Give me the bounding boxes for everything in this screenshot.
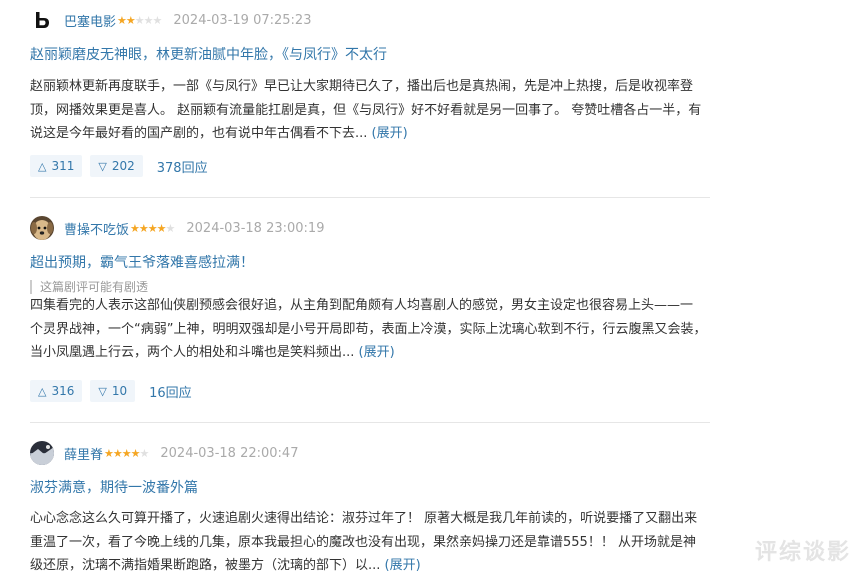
star-icon: ★ [130, 221, 140, 235]
review-body-line: 四集看完的人表示这部仙侠剧预感会很好追，从主角到配角颇有人均喜剧人的感觉，男女主… [30, 298, 694, 313]
divider [30, 197, 710, 198]
review-body: 心心念念这么久可算开播了，火速追剧火速得出结论：淑芬过年了！ 原著大概是我几年前… [30, 507, 710, 578]
upvote-count: 311 [51, 159, 75, 173]
upvote-count: 316 [51, 384, 75, 398]
rating-stars: ★★★★★ [130, 221, 176, 235]
upvote-button[interactable]: △ 316 [30, 380, 83, 402]
review-body-line: 顶，网播效果更是喜人。 赵丽颖有流量能扛剧是真，但《与凤行》好不好看就是另一回事… [30, 102, 702, 118]
review-body-line: 赵丽颖林更新再度联手，一部《与凤行》早已让大家期待已久了，播出后也是真热闹，先是… [30, 79, 694, 94]
review-body-line: 个灵界战神，一个“病弱”上神，明明双强却是小号开局即苟，表面上冷漠，实际上沈璃心… [30, 321, 707, 337]
star-icon: ★ [130, 446, 141, 460]
dog-avatar-icon [30, 216, 54, 240]
downvote-icon: ▽ [98, 384, 107, 398]
review-header: 巴塞电影 ★★★★★ 2024-03-19 07:25:23 [30, 8, 311, 32]
review-time: 2024-03-18 23:00:19 [186, 220, 325, 236]
star-icon: ★ [152, 13, 163, 27]
expand-link[interactable]: (展开) [385, 558, 421, 573]
avatar[interactable] [30, 216, 54, 240]
upvote-button[interactable]: △ 311 [30, 155, 83, 177]
rating-stars: ★★★★★ [117, 13, 163, 27]
review-title[interactable]: 淑芬满意，期待一波番外篇 [30, 477, 198, 497]
star-icon: ★ [156, 221, 167, 235]
downvote-count: 10 [111, 384, 128, 398]
spoiler-warning: 这篇剧评可能有剧透 [30, 280, 148, 294]
review-body: 赵丽颖林更新再度联手，一部《与凤行》早已让大家期待已久了，播出后也是真热闹，先是… [30, 75, 710, 146]
barca-logo-icon [30, 8, 54, 32]
username[interactable]: 曹操不吃饭 [64, 219, 129, 238]
upvote-icon: △ [38, 384, 47, 398]
upvote-icon: △ [38, 159, 47, 173]
star-icon: ★ [138, 221, 149, 235]
review-time: 2024-03-19 07:25:23 [173, 12, 312, 28]
star-icon: ★ [143, 13, 154, 27]
star-icon: ★ [121, 446, 132, 460]
review-title[interactable]: 超出预期，霸气王爷落难喜感拉满！ [30, 252, 254, 272]
star-icon: ★ [104, 446, 114, 460]
review-time: 2024-03-18 22:00:47 [160, 445, 299, 461]
replies-link[interactable]: 16回应 [149, 382, 192, 401]
review-actions: △ 311 ▽ 202 378回应 [30, 155, 208, 177]
divider [30, 422, 710, 423]
expand-link[interactable]: (展开) [372, 126, 408, 141]
review-actions: △ 316 ▽ 10 16回应 [30, 380, 192, 402]
review-body-line: 重温了一次，看了今晚上线的几集，原本我最担心的魔改也没有出现，果然亲妈操刀还是靠… [30, 534, 696, 550]
star-icon: ★ [117, 13, 127, 27]
review-body-line: 当小凤凰遇上行云，两个人的相处和斗嘴也是笑料频出... [30, 345, 355, 360]
star-icon: ★ [147, 221, 158, 235]
landscape-avatar-icon [30, 441, 54, 465]
avatar[interactable] [30, 441, 54, 465]
review-body-line: 心心念念这么久可算开播了，火速追剧火速得出结论：淑芬过年了！ 原著大概是我几年前… [30, 511, 698, 526]
replies-link[interactable]: 378回应 [157, 157, 208, 176]
username[interactable]: 薛里脊 [64, 444, 103, 463]
review-body-line: 级还原，沈璃不满指婚果断跑路，被墨方（沈璃的部下）以... [30, 558, 381, 573]
review-header: 曹操不吃饭 ★★★★★ 2024-03-18 23:00:19 [30, 216, 324, 240]
downvote-button[interactable]: ▽ 10 [90, 380, 136, 402]
star-icon: ★ [112, 446, 123, 460]
downvote-count: 202 [111, 159, 135, 173]
downvote-button[interactable]: ▽ 202 [90, 155, 143, 177]
expand-link[interactable]: (展开) [359, 345, 395, 360]
star-icon: ★ [134, 13, 145, 27]
username[interactable]: 巴塞电影 [64, 11, 116, 30]
review-header: 薛里脊 ★★★★★ 2024-03-18 22:00:47 [30, 441, 298, 465]
review-body-line: 说这是今年最好看的国产剧的，也有说中年古偶看不下去... [30, 126, 368, 141]
watermark: 评综谈影 [754, 540, 851, 565]
review-body: 四集看完的人表示这部仙侠剧预感会很好追，从主角到配角颇有人均喜剧人的感觉，男女主… [30, 294, 710, 365]
downvote-icon: ▽ [98, 159, 107, 173]
star-icon: ★ [139, 446, 150, 460]
avatar[interactable] [30, 8, 54, 32]
review-title[interactable]: 赵丽颖磨皮无神眼，林更新油腻中年脸，《与凤行》不太行 [30, 44, 387, 64]
star-icon: ★ [125, 13, 136, 27]
star-icon: ★ [165, 221, 176, 235]
rating-stars: ★★★★★ [104, 446, 150, 460]
